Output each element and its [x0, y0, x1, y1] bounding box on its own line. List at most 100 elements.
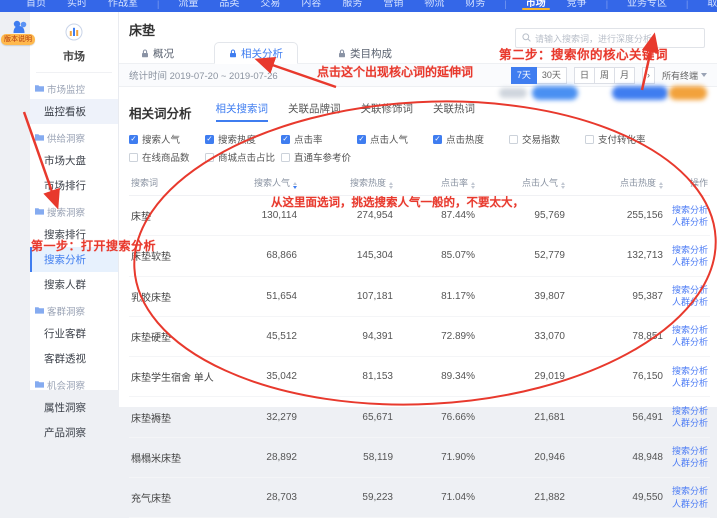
nav-item-作战室[interactable]: 作战室 — [106, 0, 140, 12]
filter-点击率[interactable]: ✓点击率 — [281, 132, 357, 146]
version-badge[interactable]: 版本说明 — [1, 34, 35, 45]
date-range-buttons: 7天30天 — [511, 67, 567, 84]
filter-点击人气[interactable]: ✓ 点击人气 — [357, 132, 433, 146]
period-button-周[interactable]: 周 — [595, 67, 615, 84]
blurred-button-3[interactable] — [669, 86, 707, 100]
column-header-搜索人气[interactable]: 搜索人气 — [241, 170, 299, 196]
nav-item-服务[interactable]: 服务 — [340, 0, 364, 12]
checkbox-checked-icon[interactable]: ✓ — [281, 135, 290, 144]
sidebar-item-市场大盘[interactable]: 市场大盘 — [30, 148, 118, 173]
cell-value: 51,654 — [241, 276, 299, 316]
nav-item-财务[interactable]: 财务 — [463, 0, 487, 12]
sidebar-group-label: 机会洞察 — [47, 378, 85, 392]
nav-item-业务专区[interactable]: 业务专区 — [625, 0, 669, 12]
nav-item-内容[interactable]: 内容 — [299, 0, 323, 12]
sort-icon[interactable] — [389, 182, 393, 189]
period-button-月[interactable]: 月 — [615, 67, 635, 84]
filter-交易指数[interactable]: 交易指数 — [509, 132, 585, 146]
filter-label: 搜索人气 — [142, 132, 180, 146]
action-link-人群分析[interactable]: 人群分析 — [667, 498, 708, 510]
sidebar-item-市场排行[interactable]: 市场排行 — [30, 173, 118, 198]
nav-item-取数[interactable]: 取数 — [705, 0, 717, 12]
sidebar-group-label: 客群洞察 — [47, 304, 85, 318]
cell-actions: 搜索分析人群分析 — [665, 437, 710, 477]
subtab-关联热词[interactable]: 关联热词 — [433, 101, 475, 122]
nav-item-市场[interactable]: 市场 — [524, 0, 548, 12]
cell-actions: 搜索分析人群分析 — [665, 276, 710, 316]
subtab-相关搜索词[interactable]: 相关搜索词 — [216, 101, 269, 122]
sidebar-item-客群透视[interactable]: 客群透视 — [30, 346, 118, 371]
action-link-人群分析[interactable]: 人群分析 — [667, 417, 708, 429]
filter-搜索人气[interactable]: ✓ 搜索人气 — [129, 132, 205, 146]
checkbox-icon[interactable] — [509, 135, 518, 144]
action-link-人群分析[interactable]: 人群分析 — [667, 256, 708, 268]
blurred-button-1[interactable] — [532, 86, 578, 100]
filter-支付转化率[interactable]: 支付转化率 — [585, 132, 661, 146]
filter-label: 点击热度 — [446, 132, 484, 146]
filter-在线商品数[interactable]: 在线商品数 — [129, 150, 205, 164]
action-link-搜索分析[interactable]: 搜索分析 — [667, 284, 708, 296]
action-link-搜索分析[interactable]: 搜索分析 — [667, 445, 708, 457]
sort-icon[interactable] — [471, 182, 475, 189]
sidebar-item-搜索人群[interactable]: 搜索人群 — [30, 272, 118, 297]
checkbox-checked-icon[interactable]: ✓ — [205, 135, 214, 144]
column-header-搜索热度[interactable]: 搜索热度 — [299, 170, 395, 196]
sidebar-item-产品洞察[interactable]: 产品洞察 — [30, 420, 118, 445]
checkbox-checked-icon[interactable]: ✓ — [357, 135, 366, 144]
tab-概况[interactable]: 概况 — [127, 43, 188, 63]
nav-item-实时[interactable]: 实时 — [65, 0, 89, 12]
subtab-关联修饰词[interactable]: 关联修饰词 — [361, 101, 414, 122]
date-button-7天[interactable]: 7天 — [511, 67, 537, 84]
nav-item-流量[interactable]: 流量 — [176, 0, 200, 12]
filter-直通车参考价[interactable]: 直通车参考价 — [281, 150, 357, 164]
action-link-搜索分析[interactable]: 搜索分析 — [667, 485, 708, 497]
filter-点击热度[interactable]: ✓ 点击热度 — [433, 132, 509, 146]
filter-搜索热度[interactable]: ✓搜索热度 — [205, 132, 281, 146]
sidebar-group-label: 搜索洞察 — [47, 205, 85, 219]
action-link-人群分析[interactable]: 人群分析 — [667, 377, 708, 389]
action-link-人群分析[interactable]: 人群分析 — [667, 336, 708, 348]
nav-item-竞争[interactable]: 竞争 — [565, 0, 589, 12]
checkbox-icon[interactable] — [129, 153, 138, 162]
checkbox-checked-icon[interactable]: ✓ — [129, 135, 138, 144]
terminal-dropdown[interactable]: 所有终端 — [662, 69, 707, 82]
tab-类目构成[interactable]: 类目构成 — [324, 43, 406, 63]
cell-value: 32,279 — [241, 397, 299, 437]
nav-item-物流[interactable]: 物流 — [422, 0, 446, 12]
nav-item-交易[interactable]: 交易 — [258, 0, 282, 12]
checkbox-checked-icon[interactable]: ✓ — [433, 135, 442, 144]
action-link-搜索分析[interactable]: 搜索分析 — [667, 204, 708, 216]
sort-icon[interactable] — [293, 182, 297, 189]
action-link-搜索分析[interactable]: 搜索分析 — [667, 365, 708, 377]
filter-label: 点击人气 — [370, 132, 408, 146]
action-link-搜索分析[interactable]: 搜索分析 — [667, 244, 708, 256]
date-button-30天[interactable]: 30天 — [537, 67, 567, 84]
sort-icon[interactable] — [561, 182, 565, 189]
checkbox-icon[interactable] — [281, 153, 290, 162]
sidebar-item-行业客群[interactable]: 行业客群 — [30, 321, 118, 346]
column-header-点击人气[interactable]: 点击人气 — [477, 170, 567, 196]
sidebar-item-属性洞察[interactable]: 属性洞察 — [30, 395, 118, 420]
checkbox-icon[interactable] — [585, 135, 594, 144]
column-header-点击率[interactable]: 点击率 — [395, 170, 477, 196]
action-link-搜索分析[interactable]: 搜索分析 — [667, 324, 708, 336]
cell-value: 49,550 — [567, 477, 665, 517]
nav-item-品类[interactable]: 品类 — [217, 0, 241, 12]
subtab-关联品牌词[interactable]: 关联品牌词 — [288, 101, 341, 122]
tab-相关分析[interactable]: 相关分析 — [214, 42, 298, 64]
action-link-人群分析[interactable]: 人群分析 — [667, 216, 708, 228]
sort-icon[interactable] — [659, 182, 663, 189]
nav-item-营销[interactable]: 营销 — [381, 0, 405, 12]
cell-value: 81,153 — [299, 357, 395, 397]
action-link-人群分析[interactable]: 人群分析 — [667, 457, 708, 469]
sidebar-group-市场监控: 市场监控 — [30, 75, 118, 99]
nav-item-首页[interactable]: 首页 — [24, 0, 48, 12]
checkbox-icon[interactable] — [205, 153, 214, 162]
column-header-点击热度[interactable]: 点击热度 — [567, 170, 665, 196]
period-button-日[interactable]: 日 — [574, 67, 595, 84]
blurred-button-2[interactable] — [612, 86, 668, 100]
next-page-button[interactable]: › — [642, 67, 655, 84]
sidebar-item-监控看板[interactable]: 监控看板 — [30, 99, 118, 124]
filter-商城点击占比[interactable]: 商城点击占比 — [205, 150, 281, 164]
action-link-人群分析[interactable]: 人群分析 — [667, 296, 708, 308]
